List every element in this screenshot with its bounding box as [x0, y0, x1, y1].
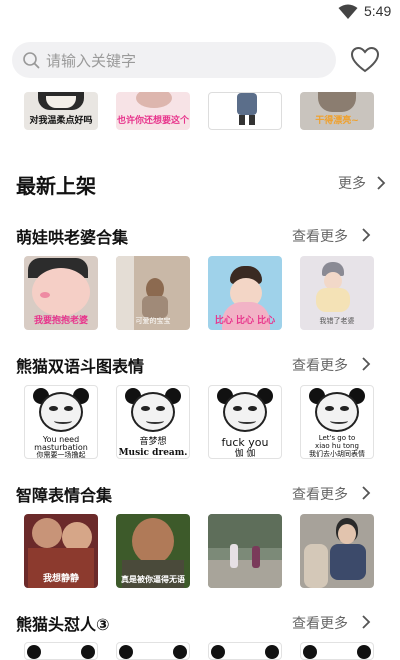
sticker-thumb[interactable]: 比心 比心 比心	[208, 256, 282, 330]
search-icon	[23, 52, 40, 69]
sticker-thumb[interactable]	[300, 514, 374, 588]
sticker-thumb[interactable]: 干得漂亮~	[300, 92, 374, 130]
favorites-heart-icon[interactable]	[350, 46, 380, 74]
panda-sticker-thumb[interactable]	[24, 642, 98, 660]
status-time: 5:49	[364, 3, 392, 19]
sticker-caption: 我要抱抱老婆	[33, 316, 88, 326]
chevron-right-icon[interactable]	[361, 615, 371, 629]
sticker-caption-line: 伽 伽	[234, 449, 256, 459]
section-more-link[interactable]: 查看更多	[292, 226, 348, 246]
search-placeholder: 请输入关键字	[46, 52, 137, 70]
chevron-right-icon[interactable]	[361, 357, 371, 371]
sticker-caption-line: 音梦想	[139, 437, 167, 447]
section-more-link[interactable]: 查看更多	[292, 484, 348, 504]
panda-sticker-thumb[interactable]: 音梦想 Music dream.	[116, 385, 190, 459]
panda-sticker-thumb[interactable]: You need masturbation 你需要一场撸起	[24, 385, 98, 459]
sticker-caption-line: 我们去小胡同表情	[309, 450, 365, 458]
chevron-right-icon[interactable]	[361, 228, 371, 242]
sticker-thumb[interactable]: 我要抱抱老婆	[24, 256, 98, 330]
new-arrivals-more-link[interactable]: 更多	[338, 173, 366, 193]
section-title: 熊猫头怼人③	[16, 615, 110, 634]
sticker-thumb[interactable]	[208, 92, 282, 130]
sticker-caption-line: 你需要一场撸起	[36, 451, 86, 459]
panda-sticker-thumb[interactable]: Let's go to xiao hu tong 我们去小胡同表情	[300, 385, 374, 459]
chevron-right-icon[interactable]	[361, 486, 371, 500]
sticker-caption: 也许你还想要这个	[116, 116, 189, 126]
section-title: 智障表情合集	[16, 486, 113, 505]
search-input[interactable]: 请输入关键字	[12, 42, 336, 78]
sticker-caption: 我错了老婆	[319, 317, 355, 325]
sticker-caption: 真是被你逼得无语	[121, 575, 185, 584]
status-bar: 5:49	[0, 0, 400, 24]
sticker-thumb[interactable]	[208, 514, 282, 588]
section-more-link[interactable]: 查看更多	[292, 613, 348, 633]
sticker-caption: 干得漂亮~	[315, 116, 359, 126]
panda-face-icon	[125, 388, 181, 434]
chevron-right-icon[interactable]	[376, 176, 386, 190]
sticker-thumb[interactable]: 真是被你逼得无语	[116, 514, 190, 588]
panda-sticker-thumb[interactable]: fuck you 伽 伽	[208, 385, 282, 459]
sticker-thumb[interactable]: 可爱的宝宝	[116, 256, 190, 330]
sticker-thumb[interactable]: 我想静静	[24, 514, 98, 588]
panda-sticker-thumb[interactable]	[300, 642, 374, 660]
wifi-icon	[338, 4, 358, 19]
sticker-thumb[interactable]: 也许你还想要这个	[116, 92, 190, 130]
sticker-thumb[interactable]: 对我温柔点好吗	[24, 92, 98, 130]
panda-sticker-thumb[interactable]	[116, 642, 190, 660]
sticker-caption: 我想静静	[42, 574, 79, 584]
sticker-thumb[interactable]: 我错了老婆	[300, 256, 374, 330]
panda-face-icon	[309, 388, 365, 434]
panda-face-icon	[33, 388, 89, 434]
new-arrivals-title: 最新上架	[16, 174, 96, 198]
sticker-caption-line: Music dream.	[118, 448, 188, 458]
section-title: 熊猫双语斗图表情	[16, 357, 145, 376]
section-more-link[interactable]: 查看更多	[292, 355, 348, 375]
search-row: 请输入关键字	[0, 40, 400, 80]
section-title: 萌娃哄老婆合集	[16, 228, 129, 247]
sticker-caption-line: fuck you	[221, 436, 269, 449]
sticker-caption: 对我温柔点好吗	[29, 116, 93, 126]
panda-face-icon	[217, 388, 273, 434]
sticker-caption: 比心 比心 比心	[214, 316, 276, 326]
panda-sticker-thumb[interactable]	[208, 642, 282, 660]
sticker-caption: 可爱的宝宝	[135, 317, 171, 325]
